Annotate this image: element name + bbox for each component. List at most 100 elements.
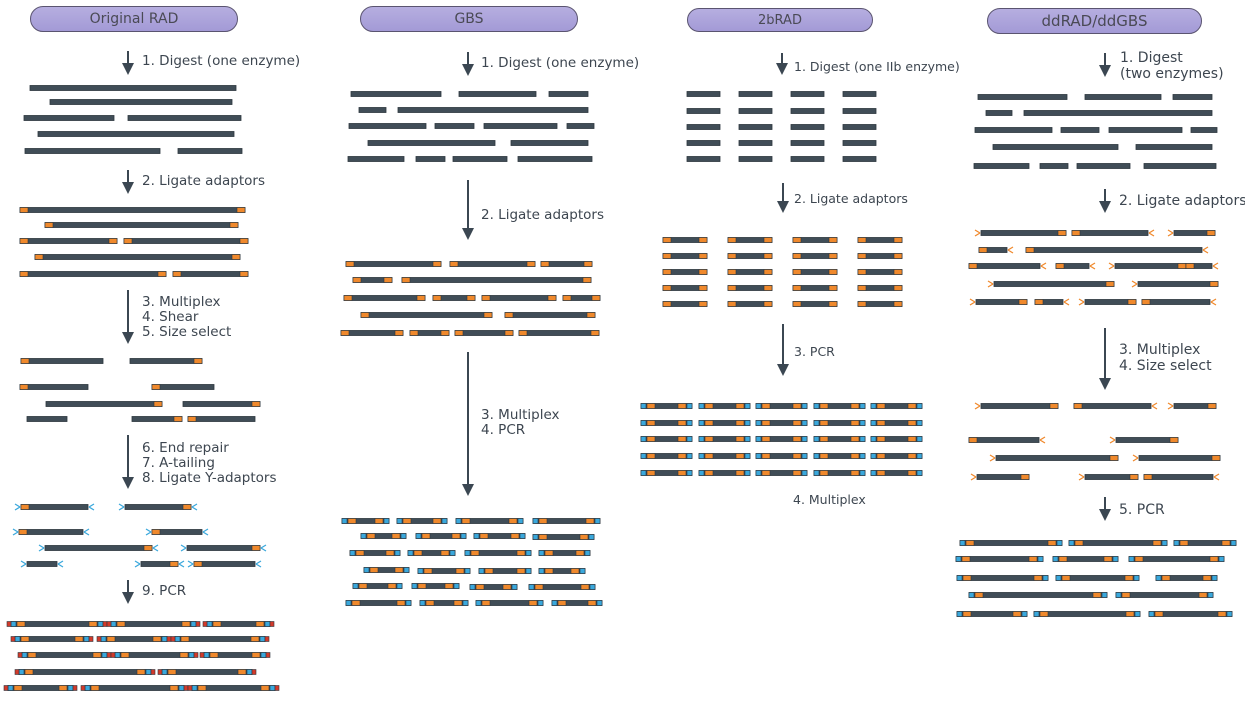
barcode-right	[150, 669, 156, 675]
adaptor-left	[167, 669, 177, 675]
dna-fragment	[959, 540, 1063, 546]
adaptor-left	[475, 584, 485, 590]
adaptor-right	[1057, 230, 1067, 236]
adaptor-left	[34, 254, 44, 260]
adaptor-left	[27, 652, 37, 658]
adaptor-left	[20, 504, 30, 510]
adaptor-right	[850, 420, 860, 426]
pcr-primer-right	[246, 669, 253, 675]
dna-fragment	[790, 124, 825, 130]
dna-fragment	[367, 140, 496, 146]
dna-fragment	[1025, 247, 1203, 253]
adaptor-left	[423, 568, 433, 574]
pcr-primer-right	[511, 584, 518, 590]
adaptor-left	[876, 470, 886, 476]
adaptor-right	[579, 534, 589, 540]
pcr-primer-left	[813, 403, 820, 409]
adaptor-right	[792, 470, 802, 476]
adaptor-right	[169, 685, 179, 691]
adaptor-left	[180, 636, 190, 642]
pcr-primer-left	[755, 453, 762, 459]
adaptor-left	[197, 685, 207, 691]
barcode-left	[202, 621, 208, 627]
adaptor-right	[570, 568, 580, 574]
adaptor-left	[481, 600, 491, 606]
pcr-primer-left	[870, 420, 877, 426]
adaptor-left	[90, 685, 100, 691]
barcode-right	[195, 621, 201, 627]
pcr-primer-right	[259, 636, 266, 642]
dna-fragment	[23, 115, 115, 121]
adaptor-left	[646, 420, 656, 426]
adaptor-right	[391, 533, 401, 539]
adaptor-left	[974, 592, 984, 598]
adaptor-right	[828, 269, 838, 275]
dna-fragment	[483, 123, 558, 129]
adaptor-right	[251, 652, 261, 658]
y-adaptor	[1040, 262, 1047, 270]
pcr-primer-left	[755, 470, 762, 476]
pcr-primer-right	[1037, 556, 1044, 562]
adaptor-right	[510, 533, 520, 539]
dna-fragment	[1068, 540, 1168, 546]
pcr-primer-right	[859, 436, 866, 442]
adaptor-right	[547, 295, 557, 301]
adaptor-right	[828, 237, 838, 243]
pcr-primer-right	[449, 550, 456, 556]
adaptor-right	[698, 269, 708, 275]
adaptor-left	[19, 384, 29, 390]
adaptor-right	[251, 545, 261, 551]
barcode-right	[183, 685, 189, 691]
pcr-primer-right	[188, 652, 195, 658]
y-adaptor	[20, 560, 27, 568]
pcr-primer-left	[407, 550, 414, 556]
adaptor-right	[169, 561, 179, 567]
pcr-primer-left	[813, 470, 820, 476]
dna-fragment	[790, 140, 825, 146]
pcr-primer-right	[916, 403, 923, 409]
barcode-left	[106, 621, 112, 627]
adaptor-right	[1127, 299, 1137, 305]
adaptor-left	[1074, 540, 1084, 546]
dna-fragment	[738, 156, 773, 162]
adaptor-right	[580, 584, 590, 590]
adaptor-left	[544, 568, 554, 574]
adaptor-right	[893, 285, 903, 291]
pcr-primer-left	[396, 518, 403, 524]
pcr-primer-right	[801, 403, 808, 409]
adaptor-left	[646, 470, 656, 476]
adaptor-right	[394, 567, 404, 573]
adaptor-left	[761, 453, 771, 459]
y-adaptor	[134, 560, 141, 568]
pcr-primer-left	[813, 436, 820, 442]
pcr-primer-right	[686, 420, 693, 426]
adaptor-right	[677, 420, 687, 426]
adaptor-left	[1025, 247, 1035, 253]
pcr-primer-left	[7, 685, 14, 691]
dna-fragment	[1108, 127, 1183, 133]
pcr-primer-right	[1230, 540, 1237, 546]
adaptor-right	[677, 403, 687, 409]
adaptor-left	[1179, 540, 1189, 546]
adaptor-left	[358, 583, 368, 589]
pcr-primer-right	[260, 652, 267, 658]
adaptor-left	[461, 518, 471, 524]
pcr-primer-right	[403, 567, 410, 573]
adaptor-left	[761, 403, 771, 409]
adaptor-right	[157, 271, 167, 277]
adaptor-right	[444, 583, 454, 589]
barcode-right	[251, 669, 257, 675]
barcode-right	[193, 652, 199, 658]
adaptor-right	[1207, 403, 1217, 409]
adaptor-right	[416, 295, 426, 301]
y-adaptor	[1109, 436, 1116, 444]
adaptor-right	[677, 436, 687, 442]
adaptor-left	[24, 669, 34, 675]
y-adaptor	[1108, 262, 1115, 270]
pcr-primer-right	[101, 652, 108, 658]
pcr-primer-right	[1134, 611, 1141, 617]
dna-fragment	[20, 358, 104, 364]
adaptor-right	[143, 545, 153, 551]
adaptor-left	[704, 420, 714, 426]
dna-fragment	[738, 108, 773, 114]
